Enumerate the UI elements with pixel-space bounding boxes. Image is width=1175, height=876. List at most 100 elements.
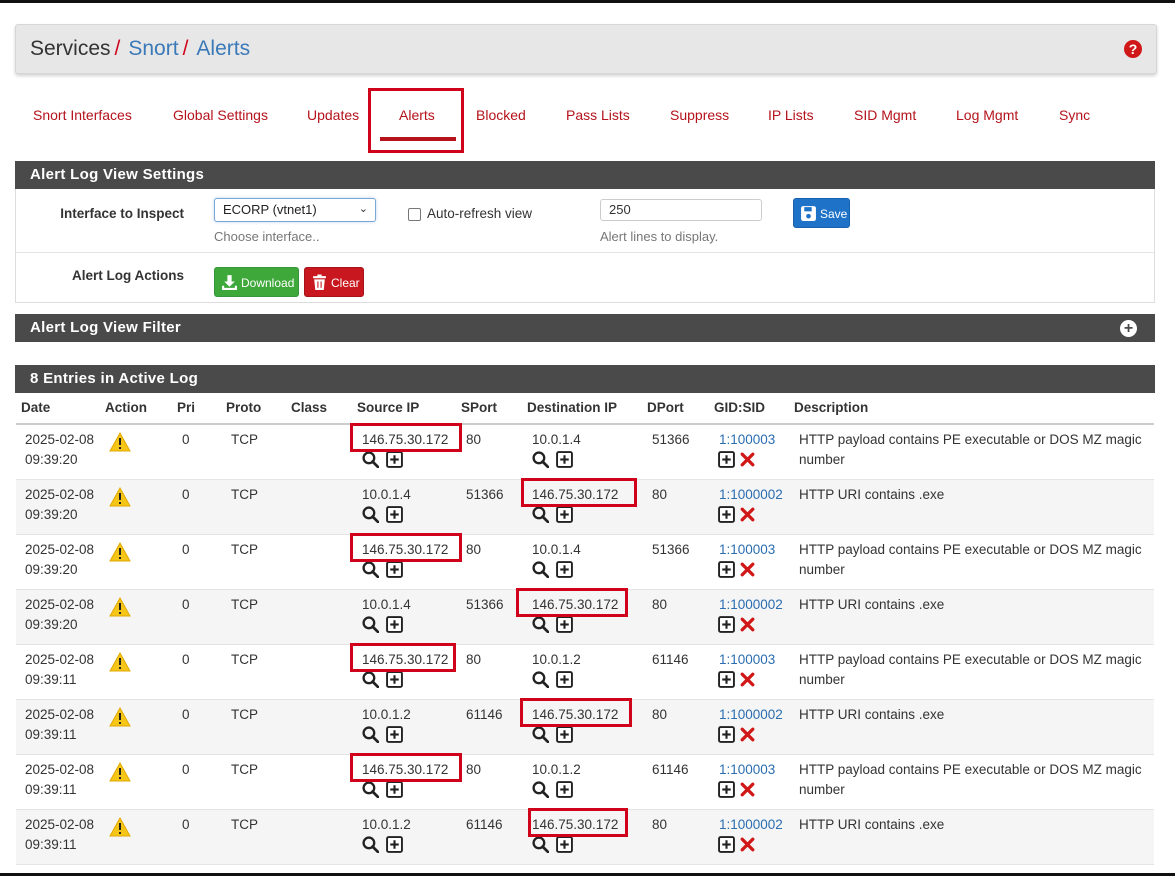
tab-snort-interfaces[interactable]: Snort Interfaces	[33, 107, 132, 123]
close-icon[interactable]	[739, 451, 756, 468]
tab-updates[interactable]: Updates	[307, 107, 359, 123]
breadcrumb-snort[interactable]: Snort	[128, 37, 178, 60]
search-icon[interactable]	[532, 671, 550, 689]
cell-gid-sid-link[interactable]: 1:1000002	[719, 595, 783, 615]
cell-gid-sid-link[interactable]: 1:100003	[719, 540, 775, 560]
add-plus-icon[interactable]	[556, 671, 573, 688]
add-plus-icon[interactable]	[718, 726, 735, 743]
search-icon[interactable]	[532, 616, 550, 634]
cell-destination-ip: 10.0.1.4	[532, 542, 581, 557]
col-pri[interactable]: Pri	[177, 400, 195, 415]
tab-ip-lists[interactable]: IP Lists	[768, 107, 814, 123]
add-plus-icon[interactable]	[556, 616, 573, 633]
search-icon[interactable]	[362, 671, 380, 689]
add-plus-icon[interactable]	[386, 451, 403, 468]
search-icon[interactable]	[362, 781, 380, 799]
add-plus-icon[interactable]	[718, 781, 735, 798]
add-plus-icon[interactable]	[718, 506, 735, 523]
add-plus-icon[interactable]	[386, 836, 403, 853]
add-plus-icon[interactable]	[556, 561, 573, 578]
close-icon[interactable]	[739, 671, 756, 688]
close-icon[interactable]	[739, 506, 756, 523]
breadcrumb-alerts[interactable]: Alerts	[196, 37, 250, 60]
add-plus-icon[interactable]	[386, 781, 403, 798]
expand-plus-icon[interactable]: +	[1120, 320, 1137, 337]
add-plus-icon[interactable]	[718, 616, 735, 633]
search-icon[interactable]	[362, 616, 380, 634]
add-plus-icon[interactable]	[718, 451, 735, 468]
tab-log-mgmt[interactable]: Log Mgmt	[956, 107, 1018, 123]
add-plus-icon[interactable]	[386, 726, 403, 743]
search-icon[interactable]	[362, 506, 380, 524]
cell-gid-sid-link[interactable]: 1:100003	[719, 650, 775, 670]
download-button[interactable]: Download	[214, 267, 299, 297]
col-gid-sid[interactable]: GID:SID	[714, 400, 765, 415]
search-icon[interactable]	[532, 836, 550, 854]
tab-global-settings[interactable]: Global Settings	[173, 107, 268, 123]
search-icon[interactable]	[532, 506, 550, 524]
close-icon[interactable]	[739, 836, 756, 853]
tab-blocked[interactable]: Blocked	[476, 107, 526, 123]
cell-dport: 80	[652, 597, 668, 612]
add-plus-icon[interactable]	[386, 671, 403, 688]
cell-description-cont: number	[799, 782, 845, 797]
col-destination-ip[interactable]: Destination IP	[527, 400, 617, 415]
auto-refresh-checkbox[interactable]	[408, 208, 421, 221]
cell-gid-sid-link[interactable]: 1:100003	[719, 430, 775, 450]
col-dport[interactable]: DPort	[647, 400, 684, 415]
col-sport[interactable]: SPort	[461, 400, 497, 415]
close-icon[interactable]	[739, 781, 756, 798]
cell-description: HTTP payload contains PE executable or D…	[799, 652, 1142, 667]
add-plus-icon[interactable]	[556, 451, 573, 468]
add-plus-icon[interactable]	[718, 836, 735, 853]
cell-gid-sid-link[interactable]: 1:1000002	[719, 705, 783, 725]
col-class[interactable]: Class	[291, 400, 327, 415]
close-icon[interactable]	[739, 561, 756, 578]
search-icon[interactable]	[532, 561, 550, 579]
tab-sid-mgmt[interactable]: SID Mgmt	[854, 107, 916, 123]
breadcrumb: Services / Snort / Alerts	[30, 37, 250, 61]
cell-proto: TCP	[231, 597, 258, 612]
search-icon[interactable]	[362, 451, 380, 469]
filter-panel-title[interactable]: Alert Log View Filter	[15, 314, 1155, 342]
add-plus-icon[interactable]	[718, 671, 735, 688]
cell-gid-sid-link[interactable]: 1:1000002	[719, 815, 783, 835]
interface-select[interactable]: ECORP (vtnet1) ⌄	[214, 198, 376, 222]
cell-gid-sid-link[interactable]: 1:1000002	[719, 485, 783, 505]
search-icon[interactable]	[362, 561, 380, 579]
close-icon[interactable]	[739, 726, 756, 743]
col-proto[interactable]: Proto	[226, 400, 261, 415]
add-plus-icon[interactable]	[386, 616, 403, 633]
add-plus-icon[interactable]	[556, 506, 573, 523]
add-plus-icon[interactable]	[718, 561, 735, 578]
add-plus-icon[interactable]	[556, 836, 573, 853]
search-icon[interactable]	[532, 726, 550, 744]
alert-lines-input[interactable]: 250	[600, 199, 762, 221]
search-icon[interactable]	[362, 836, 380, 854]
search-icon[interactable]	[362, 726, 380, 744]
question-circle-icon[interactable]: ?	[1124, 40, 1142, 58]
col-source-ip[interactable]: Source IP	[357, 400, 419, 415]
tab-sync[interactable]: Sync	[1059, 107, 1090, 123]
cell-time: 09:39:20	[25, 507, 78, 522]
add-plus-icon[interactable]	[386, 506, 403, 523]
col-date[interactable]: Date	[21, 400, 50, 415]
tab-suppress[interactable]: Suppress	[670, 107, 729, 123]
add-plus-icon[interactable]	[556, 781, 573, 798]
search-icon[interactable]	[532, 781, 550, 799]
cell-time: 09:39:11	[25, 782, 77, 797]
cell-date: 2025-02-08	[25, 542, 95, 557]
clear-button[interactable]: Clear	[304, 267, 364, 297]
tab-pass-lists[interactable]: Pass Lists	[566, 107, 630, 123]
save-button[interactable]: Save	[793, 198, 850, 228]
cell-date: 2025-02-08	[25, 432, 95, 447]
add-plus-icon[interactable]	[386, 561, 403, 578]
cell-destination-ip: 10.0.1.2	[532, 652, 581, 667]
search-icon[interactable]	[532, 451, 550, 469]
cell-sport: 51366	[466, 597, 504, 612]
add-plus-icon[interactable]	[556, 726, 573, 743]
col-action[interactable]: Action	[105, 400, 147, 415]
cell-gid-sid-link[interactable]: 1:100003	[719, 760, 775, 780]
col-description[interactable]: Description	[794, 400, 868, 415]
close-icon[interactable]	[739, 616, 756, 633]
